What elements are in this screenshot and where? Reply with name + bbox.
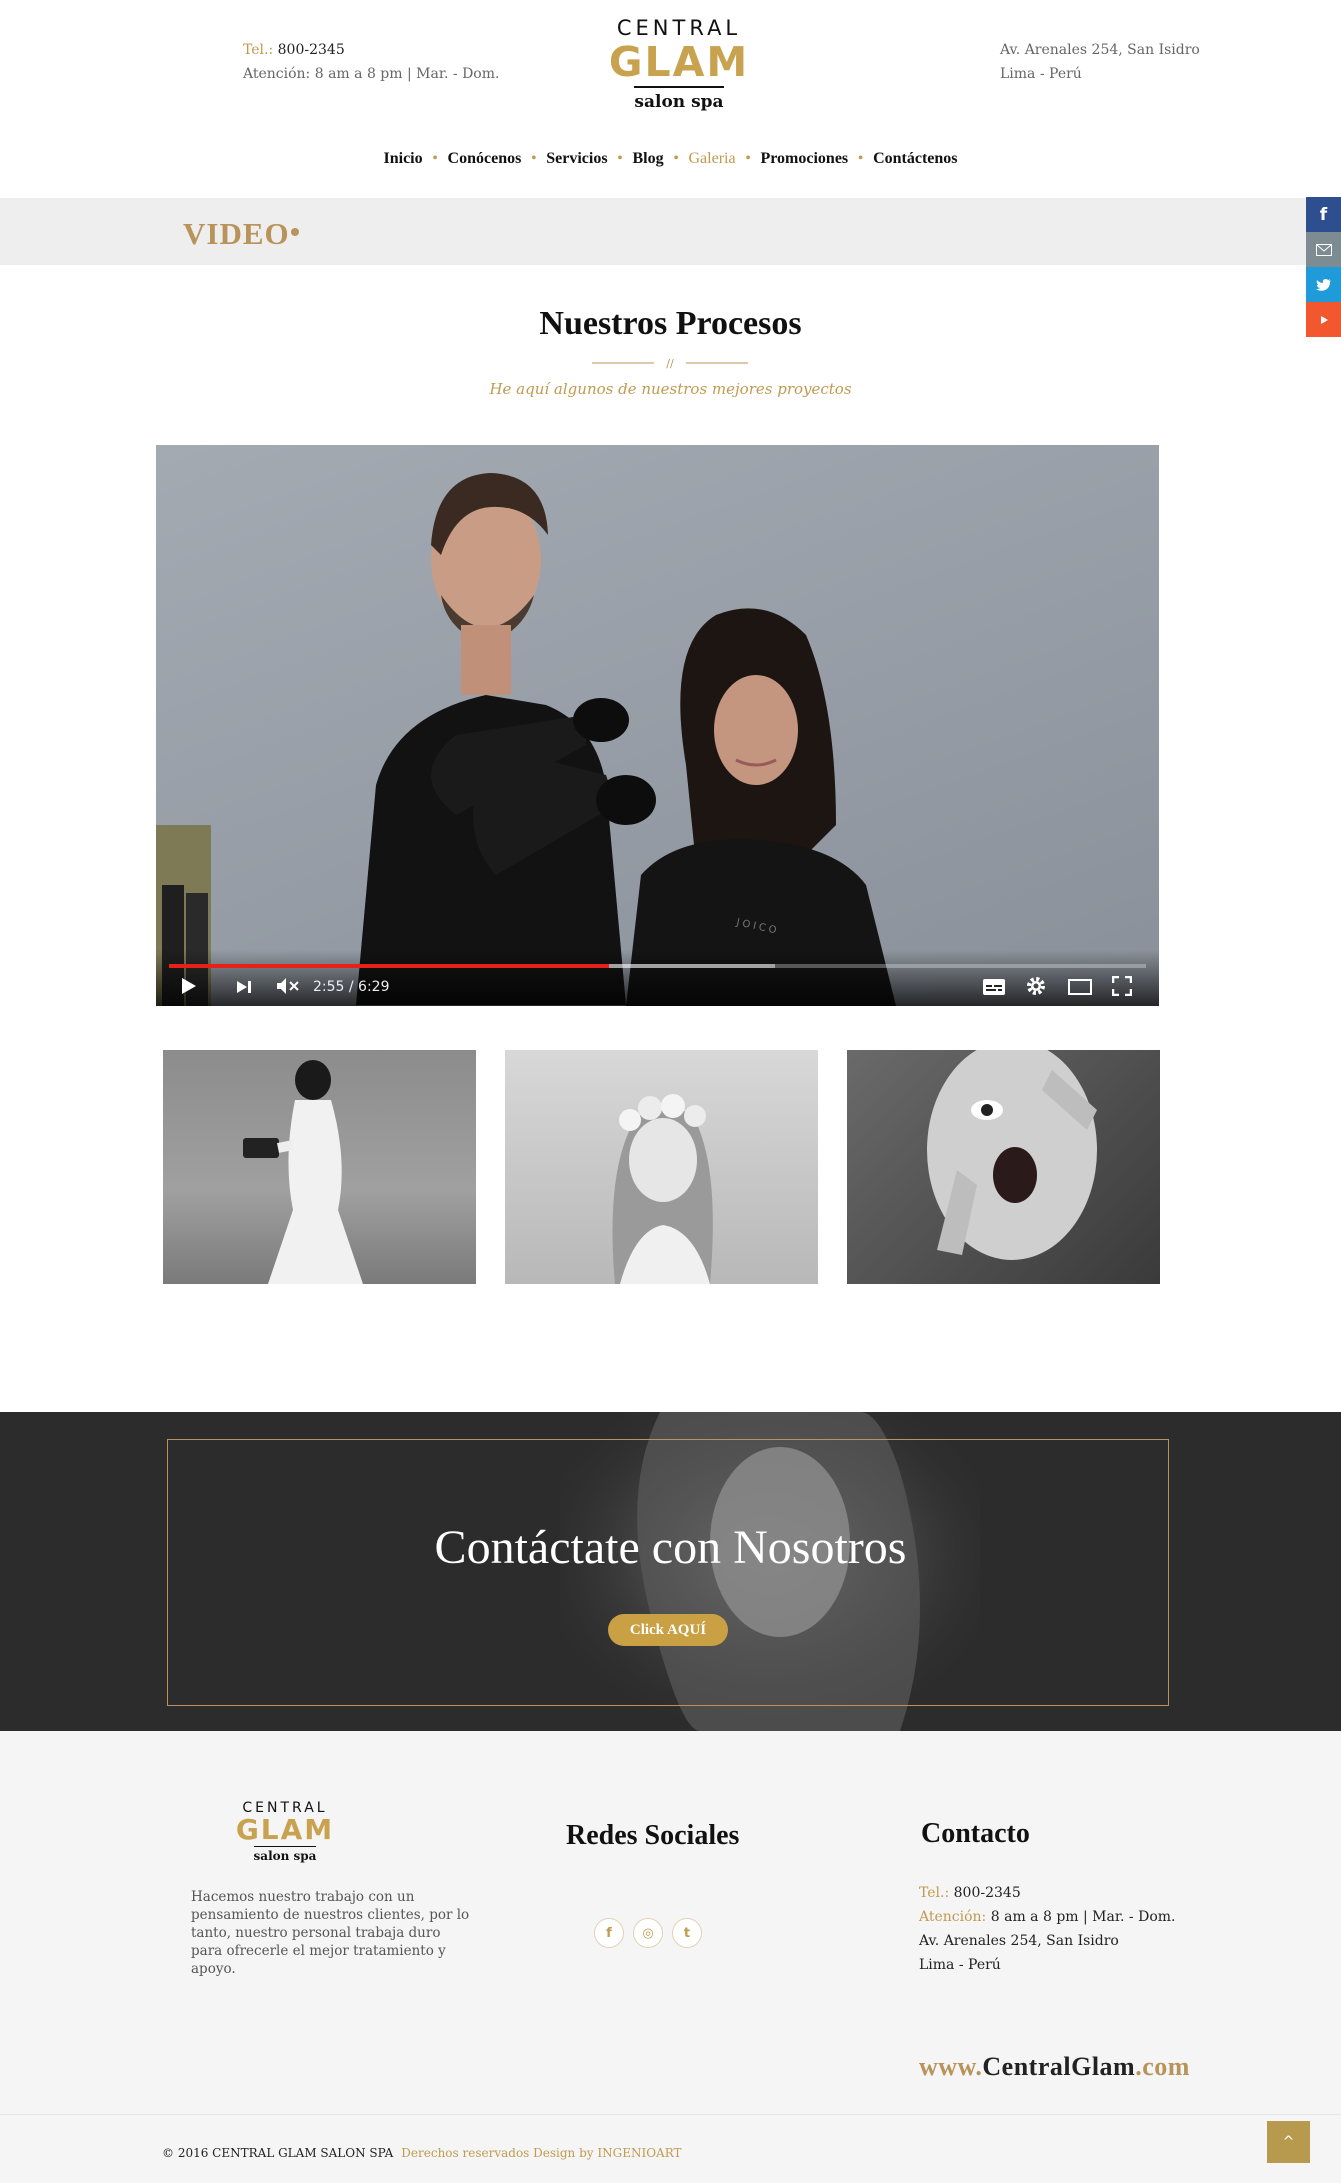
footer-address-line1: Av. Arenales 254, San Isidro (919, 1933, 1119, 1949)
tel-label: Tel.: (243, 42, 274, 58)
fullscreen-icon[interactable] (1111, 975, 1133, 1001)
credits-text[interactable]: Derechos reservados Design by INGENIOART (401, 2146, 681, 2160)
play-icon[interactable] (181, 976, 197, 1000)
email-icon[interactable] (1306, 232, 1341, 267)
contact-heading: Contacto (921, 1818, 1030, 1849)
nav-conocenos[interactable]: Conócenos (438, 150, 532, 168)
back-to-top-button[interactable]: ^ (1267, 2121, 1310, 2163)
footer-divider (0, 2114, 1341, 2115)
separator-text: // (666, 357, 674, 369)
footer-instagram-icon[interactable]: ◎ (633, 1918, 663, 1948)
surprised-woman-photo (927, 1050, 1097, 1260)
footer-tumblr-icon[interactable]: t (672, 1918, 702, 1948)
click-here-button[interactable]: Click AQUÍ (608, 1614, 728, 1646)
footer-hours-value: 8 am a 8 pm | Mar. - Dom. (990, 1909, 1176, 1925)
footer-address-line2: Lima - Perú (919, 1957, 1001, 1973)
bride-photo (243, 1060, 363, 1284)
footer-description: Hacemos nuestro trabajo con un pensamien… (191, 1889, 470, 1977)
logo-line2: GLAM (608, 38, 750, 86)
footer-logo[interactable]: CENTRAL GLAM salon spa (230, 1800, 340, 1864)
gallery-image-flower-crown[interactable] (505, 1050, 818, 1284)
page-title: VIDEO (183, 216, 290, 251)
nav-promociones[interactable]: Promociones (750, 150, 858, 168)
address-line1: Av. Arenales 254, San Isidro (1000, 42, 1200, 58)
flower-crown-photo (612, 1094, 713, 1284)
video-time: 2:55 / 6:29 (313, 979, 390, 995)
address-line2: Lima - Perú (1000, 66, 1082, 82)
footer-logo-line3: salon spa (253, 1846, 317, 1863)
theater-mode-icon[interactable] (1068, 976, 1092, 1000)
logo-line1: CENTRAL (616, 16, 742, 40)
social-heading: Redes Sociales (566, 1820, 740, 1851)
banner-title: Contáctate con Nosotros (434, 1521, 907, 1574)
twitter-icon[interactable] (1306, 267, 1341, 302)
video-player[interactable]: JOICO 2:55 / 6:29 (156, 445, 1159, 1006)
opening-hours: Atención: 8 am a 8 pm | Mar. - Dom. (243, 66, 500, 82)
video-frame: JOICO (156, 473, 896, 1006)
website-link[interactable]: www.CentralGlam.com (919, 2052, 1190, 2082)
web-prefix: www. (919, 2052, 983, 2081)
footer-contact-info: Tel.: 800-2345 Atención: 8 am a 8 pm | M… (919, 1881, 1175, 1977)
copyright: © 2016 CENTRAL GLAM SALON SPA Derechos re… (162, 2146, 682, 2160)
gallery-image-bride[interactable] (163, 1050, 476, 1284)
footer-tel-label: Tel.: (919, 1885, 950, 1901)
title-separator: // (592, 357, 748, 369)
logo-line3: salon spa (634, 86, 724, 112)
site-logo[interactable]: CENTRAL GLAM salon spa (600, 16, 758, 112)
mute-icon[interactable] (276, 976, 300, 1000)
progress-fill (169, 964, 609, 968)
section-subtitle: He aquí algunos de nuestros mejores proy… (489, 380, 852, 398)
tel-value[interactable]: 800-2345 (278, 42, 345, 58)
nav-blog[interactable]: Blog (622, 150, 673, 168)
footer-facebook-icon[interactable]: f (594, 1918, 624, 1948)
nav-inicio[interactable]: Inicio (374, 150, 433, 168)
title-dot (291, 228, 299, 236)
facebook-icon[interactable]: f (1306, 197, 1341, 232)
subtitles-icon[interactable] (983, 976, 1005, 1000)
video-controls: 2:55 / 6:29 (156, 950, 1159, 1006)
footer-tel-value[interactable]: 800-2345 (954, 1885, 1021, 1901)
progress-bar[interactable] (169, 964, 1146, 968)
footer-hours-label: Atención: (919, 1909, 987, 1925)
copyright-text: © 2016 CENTRAL GLAM SALON SPA (162, 2146, 394, 2160)
header-address: Av. Arenales 254, San Isidro Lima - Perú (1000, 38, 1200, 86)
web-suffix: .com (1135, 2052, 1190, 2081)
nav-contactenos[interactable]: Contáctenos (863, 150, 967, 168)
settings-gear-icon[interactable] (1026, 976, 1046, 1001)
main-nav: Inicio • Conócenos • Servicios • Blog • Gale… (0, 150, 1341, 168)
header-contact: Tel.: 800-2345 Atención: 8 am a 8 pm | M… (243, 38, 499, 86)
next-icon[interactable] (236, 976, 252, 1000)
footer-logo-line2: GLAM (235, 1813, 335, 1846)
gallery-image-surprised-woman[interactable] (847, 1050, 1160, 1284)
web-name: CentralGlam (982, 2052, 1136, 2081)
nav-servicios[interactable]: Servicios (536, 150, 617, 168)
section-title: Nuestros Procesos (539, 305, 802, 342)
nav-galeria[interactable]: Galeria (678, 150, 745, 168)
